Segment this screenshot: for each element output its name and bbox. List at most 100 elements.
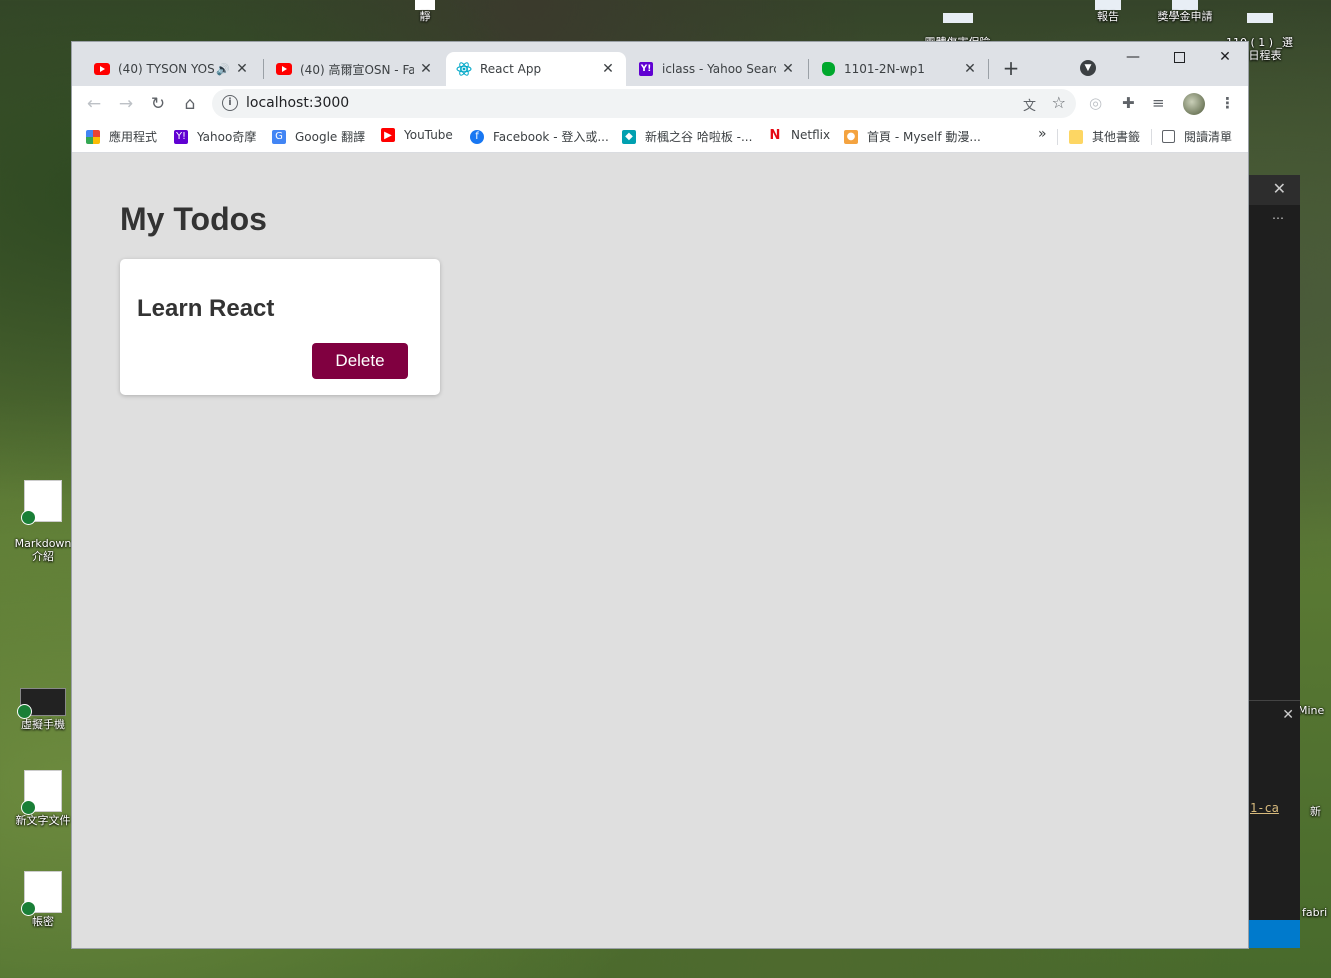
back-button[interactable]: ← (80, 90, 108, 118)
bookmark-label: 閱讀清單 (1184, 130, 1233, 144)
bookmark-google-translate[interactable]: G Google 翻譯 (272, 128, 365, 145)
translate-icon[interactable]: 文 (1023, 95, 1036, 114)
text-file-icon (21, 871, 62, 916)
address-bar[interactable]: i localhost:3000 文 ☆ (212, 89, 1076, 118)
apps-grid-icon (86, 129, 100, 144)
bookmark-myself[interactable]: ● 首頁 - Myself 動漫... (844, 128, 981, 145)
site-info-icon[interactable]: i (222, 95, 238, 111)
address-input[interactable]: localhost:3000 (246, 95, 349, 111)
avatar[interactable] (1183, 93, 1205, 115)
page-title: My Todos (120, 201, 267, 237)
tab-react-app[interactable]: React App ✕ (446, 52, 626, 86)
minimize-button[interactable]: — (1110, 42, 1156, 72)
bookmark-facebook[interactable]: f Facebook - 登入或... (470, 128, 609, 145)
close-icon[interactable]: ✕ (600, 61, 616, 77)
bookmark-label: 新楓之谷 哈啦板 -... (645, 130, 753, 144)
todo-text: Learn React (137, 295, 275, 322)
desktop-icon-virtual-phone[interactable]: 虛擬手機 (8, 688, 78, 731)
react-icon (456, 61, 472, 77)
bookmark-youtube[interactable]: ▶ YouTube (381, 128, 453, 142)
reading-list[interactable]: 閱讀清單 (1162, 128, 1232, 145)
youtube-icon (276, 61, 292, 77)
desktop-icon-new[interactable]: 新 (1310, 805, 1331, 818)
delete-button[interactable]: Delete (312, 343, 408, 379)
yahoo-icon: Y! (174, 129, 188, 144)
tab-search-button[interactable]: ▼ (1080, 60, 1096, 76)
tab-title: (40) 高爾宣OSN - Fall (300, 62, 414, 77)
text-file-icon (21, 770, 62, 815)
more-icon[interactable]: ⋯ (1272, 211, 1284, 225)
facebook-icon: f (470, 129, 484, 144)
desktop-icon-scholarship[interactable]: 獎學金申請 (1150, 0, 1220, 23)
home-icon: ⌂ (184, 94, 196, 114)
bookmark-label: Netflix (791, 128, 831, 142)
tab-separator (263, 59, 264, 79)
desktop-icon-label: 獎學金申請 (1157, 10, 1213, 23)
tab-title: React App (480, 62, 542, 76)
editor-link[interactable]: 1-ca (1250, 801, 1279, 815)
new-tab-button[interactable]: + (998, 56, 1024, 82)
reload-button[interactable]: ↻ (144, 90, 172, 118)
close-icon[interactable]: ✕ (962, 61, 978, 77)
close-icon[interactable]: ✕ (234, 61, 250, 77)
desktop-icon-fabric[interactable]: fabri (1302, 906, 1331, 919)
bookmark-label: 首頁 - Myself 動漫... (867, 130, 981, 144)
tab-separator (808, 59, 809, 79)
close-icon: ✕ (1219, 49, 1231, 65)
desktop-icon-label: 新 (1310, 805, 1321, 818)
sync-check-icon (17, 704, 32, 719)
bookmarks-overflow-button[interactable]: » (1038, 126, 1047, 142)
media-playlist-icon[interactable]: ≡ (1152, 94, 1165, 112)
reading-list-icon (1162, 130, 1175, 143)
bookmark-label: Facebook - 登入或... (493, 130, 609, 144)
sync-check-icon (21, 800, 36, 815)
bookmark-label: 應用程式 (109, 130, 158, 144)
desktop-icon-label: Markdown 介紹 (14, 537, 72, 563)
youtube-icon (94, 61, 110, 77)
desktop-icon-label: Mine (1298, 704, 1325, 717)
tab-yahoo-search[interactable]: Y! iclass - Yahoo Search ✕ (628, 52, 806, 86)
extension-icon-1[interactable]: ◎ (1089, 94, 1102, 112)
tab-title: 1101-2N-wp1 (844, 62, 925, 76)
youtube-icon: ▶ (381, 128, 395, 142)
close-window-button[interactable]: ✕ (1202, 42, 1248, 72)
kebab-menu-icon[interactable]: ⋮ (1220, 94, 1235, 112)
other-bookmarks[interactable]: 其他書籤 (1069, 128, 1140, 145)
maximize-button[interactable] (1156, 42, 1202, 72)
close-icon[interactable]: ✕ (1282, 707, 1294, 723)
close-icon[interactable]: ✕ (1273, 179, 1286, 198)
desktop-icon-label: 靜 (419, 10, 431, 23)
close-icon[interactable]: ✕ (418, 61, 434, 77)
bookmark-netflix[interactable]: N Netflix (768, 128, 831, 143)
bookmark-label: YouTube (404, 128, 453, 142)
desktop-icon-top-1[interactable]: 靜 (405, 0, 445, 23)
editor-panel: ✕ (1248, 700, 1300, 751)
document-thumbnail-icon (21, 480, 62, 525)
tab-youtube-1[interactable]: (40) TYSON YOSHI 🔊 ✕ (84, 52, 260, 86)
chevron-down-icon: ▼ (1084, 63, 1092, 73)
tab-youtube-2[interactable]: (40) 高爾宣OSN - Fall ✕ (266, 52, 444, 86)
yahoo-icon: Y! (639, 62, 653, 76)
bookmarks-divider (1151, 129, 1152, 145)
minimize-icon: — (1126, 49, 1140, 65)
desktop-icon-markdown[interactable]: Markdown 介紹 (8, 467, 78, 576)
speaker-icon[interactable]: 🔊 (216, 63, 230, 76)
desktop-icon-mine[interactable]: Mine (1298, 704, 1331, 717)
desktop-icon-text-file[interactable]: 新文字文件 (8, 770, 78, 827)
forward-button[interactable]: → (112, 90, 140, 118)
home-button[interactable]: ⌂ (176, 90, 204, 118)
tab-evernote[interactable]: 1101-2N-wp1 ✕ (810, 52, 988, 86)
todo-card: Learn React Delete (120, 259, 440, 395)
puzzle-icon[interactable]: ✚ (1122, 94, 1135, 112)
bookmark-yahoo[interactable]: Y! Yahoo奇摩 (174, 128, 256, 145)
desktop-icon-passwords[interactable]: 帳密 (8, 871, 78, 928)
star-icon[interactable]: ☆ (1052, 93, 1066, 112)
tab-title: iclass - Yahoo Search (662, 62, 776, 76)
bookmark-apps[interactable]: 應用程式 (86, 128, 157, 145)
bookmark-maplestory[interactable]: ◆ 新楓之谷 哈啦板 -... (622, 128, 752, 145)
page-content: My Todos Learn React Delete (72, 153, 1248, 948)
folder-icon (1069, 129, 1083, 144)
close-icon[interactable]: ✕ (780, 61, 796, 77)
desktop-icon-report[interactable]: 報告 (1088, 0, 1128, 23)
tab-bar: (40) TYSON YOSHI 🔊 ✕ (40) 高爾宣OSN - Fall … (72, 42, 1248, 86)
